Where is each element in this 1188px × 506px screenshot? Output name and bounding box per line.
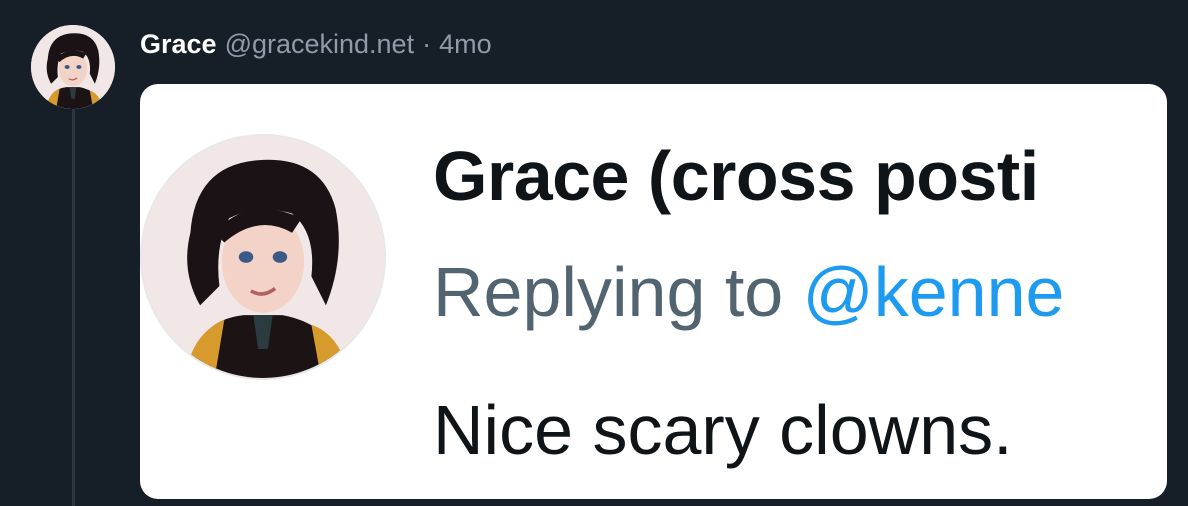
- embed-author-name: Grace (cross posti: [433, 137, 1039, 215]
- post-timestamp[interactable]: 4mo: [439, 29, 492, 60]
- embed-replying-prefix: Replying to: [433, 253, 803, 331]
- embedded-post-image[interactable]: Grace (cross posti Replying to @kenne Ni…: [140, 84, 1167, 499]
- avatar-illustration-icon: [31, 25, 115, 109]
- author-display-name[interactable]: Grace: [140, 29, 217, 60]
- embed-replying-handle: @kenne: [802, 253, 1065, 331]
- embed-avatar: [140, 134, 386, 380]
- author-avatar[interactable]: [31, 25, 115, 109]
- author-handle[interactable]: @gracekind.net: [225, 29, 415, 60]
- meta-separator: ·: [422, 28, 432, 59]
- post-header: Grace @gracekind.net · 4mo: [140, 26, 492, 62]
- embed-replying-to: Replying to @kenne: [433, 252, 1064, 332]
- avatar-illustration-icon: [142, 136, 384, 378]
- embed-body-text: Nice scary clowns.: [433, 391, 1013, 469]
- thread-line: [72, 108, 75, 506]
